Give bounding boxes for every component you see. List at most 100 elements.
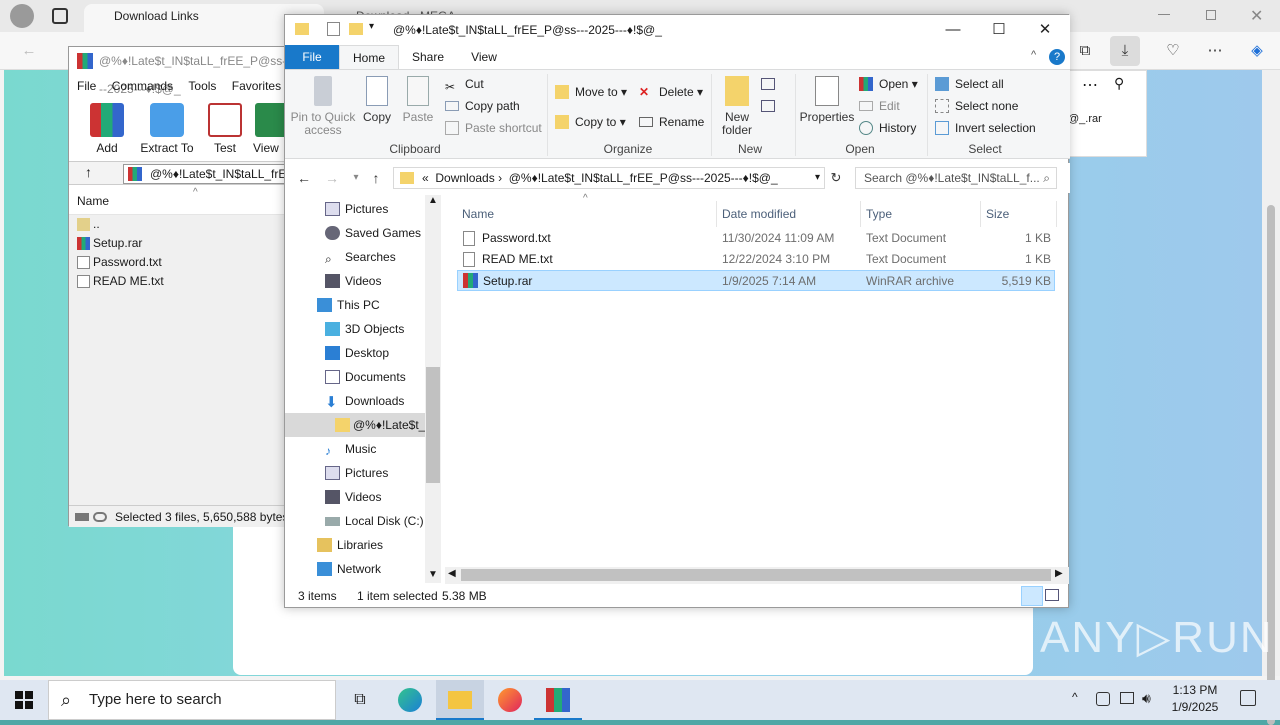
nav-item-desktop[interactable]: Desktop [285, 341, 425, 365]
download-file-name[interactable]: @_.rar [1068, 113, 1102, 125]
nav-item-3d-objects[interactable]: 3D Objects [285, 317, 425, 341]
scroll-down-icon[interactable]: ▼ [428, 569, 438, 580]
copy-button[interactable]: Copy [359, 76, 395, 124]
select-all-button[interactable]: Select all [935, 74, 1004, 94]
navigation-scrollbar-thumb[interactable] [426, 367, 440, 483]
invert-selection-button[interactable]: Invert selection [935, 118, 1036, 138]
nav-item-documents[interactable]: Documents [285, 365, 425, 389]
split-screen-icon[interactable]: ⧉ [1070, 36, 1100, 66]
properties-quick-icon[interactable] [327, 22, 340, 36]
edge-taskbar-button[interactable] [386, 680, 434, 720]
minimize-button[interactable]: — [930, 15, 976, 45]
file-list-horizontal-scrollbar[interactable]: ◀ ▶ [445, 567, 1069, 584]
horizontal-scrollbar-thumb[interactable] [461, 569, 1051, 581]
tab-view[interactable]: View [457, 45, 511, 69]
tab-file[interactable]: File [285, 45, 339, 69]
select-none-button[interactable]: Select none [935, 96, 1018, 116]
profile-icon[interactable] [10, 4, 34, 28]
winrar-path-field[interactable]: @%♦!Late$t_IN$taLL_frEE_P@ss---2025---♦!… [123, 164, 291, 184]
more-options-icon[interactable]: ⋯ [1082, 75, 1098, 95]
back-icon[interactable]: ← [293, 167, 315, 189]
collapse-ribbon-icon[interactable]: ^ [1031, 49, 1036, 61]
winrar-taskbar-button[interactable] [534, 680, 582, 720]
column-type[interactable]: Type [861, 201, 981, 227]
easy-access-icon[interactable] [761, 100, 775, 112]
properties-button[interactable]: Properties [799, 76, 855, 124]
rename-button[interactable]: Rename [639, 112, 704, 132]
close-icon[interactable]: ✕ [1250, 6, 1263, 26]
address-field[interactable]: « Downloads › @%♦!Late$t_IN$taLL_frEE_P@… [393, 167, 825, 189]
tab-share[interactable]: Share [399, 45, 457, 69]
winrar-column-name[interactable]: Name ^ [69, 187, 289, 215]
nav-item-libraries[interactable]: Libraries [285, 533, 425, 557]
copy-to-button[interactable]: Copy to ▾ [555, 112, 626, 132]
nav-item-this-pc[interactable]: This PC [285, 293, 425, 317]
restore-icon[interactable] [1206, 10, 1216, 20]
edit-button[interactable]: Edit [859, 96, 900, 116]
nav-item-network[interactable]: Network [285, 557, 425, 581]
column-name[interactable]: Name [457, 201, 717, 227]
copy-path-button[interactable]: Copy path [445, 96, 520, 116]
nav-item-local-disk[interactable]: Local Disk (C:) [285, 509, 425, 533]
new-folder-quick-icon[interactable] [349, 23, 363, 35]
back-icon[interactable]: ← [14, 36, 44, 66]
downloads-icon[interactable]: ⤓ [1110, 36, 1140, 66]
show-hidden-icons-icon[interactable]: ^ [1072, 690, 1078, 704]
nav-item-downloads[interactable]: ⬇ Downloads [285, 389, 425, 413]
tray-device-icon[interactable] [1096, 692, 1110, 706]
view-button[interactable]: View [253, 99, 287, 157]
table-row[interactable]: Password.txt 11/30/2024 11:09 AM Text Do… [457, 228, 1055, 249]
column-date-modified[interactable]: Date modified [717, 201, 861, 227]
start-button[interactable] [0, 680, 48, 720]
taskbar-search-box[interactable]: ⌕ Type here to search [48, 680, 336, 720]
menu-tools[interactable]: Tools [188, 79, 216, 93]
column-size[interactable]: Size [981, 201, 1057, 227]
more-icon[interactable]: ⋯ [1200, 36, 1230, 66]
up-icon[interactable]: ↑ [365, 167, 387, 189]
close-button[interactable]: ✕ [1022, 15, 1068, 45]
taskbar-clock[interactable]: 1:13 PM 1/9/2025 [1160, 682, 1230, 716]
history-button[interactable]: History [859, 118, 916, 138]
large-icons-view-icon[interactable] [1045, 589, 1059, 601]
table-row-selected[interactable]: Setup.rar 1/9/2025 7:14 AM WinRAR archiv… [457, 270, 1055, 291]
add-button[interactable]: Add [83, 99, 131, 157]
forward-icon[interactable]: → [321, 167, 343, 189]
up-folder-icon[interactable]: ↑ [85, 164, 92, 180]
list-item[interactable]: Setup.rar [75, 234, 285, 253]
test-button[interactable]: Test [203, 99, 247, 157]
explorer-taskbar-button[interactable] [436, 680, 484, 720]
nav-item-music[interactable]: ♪ Music [285, 437, 425, 461]
paste-button[interactable]: Paste [399, 76, 437, 124]
nav-item-pictures[interactable]: Pictures [285, 461, 425, 485]
customize-quick-access-icon[interactable]: ▾ [369, 21, 374, 32]
pin-quick-access-button[interactable]: Pin to Quick access [289, 76, 357, 137]
new-item-icon[interactable] [761, 78, 775, 90]
navigation-scrollbar[interactable]: ▲ ▼ [425, 195, 441, 583]
nav-item-videos[interactable]: Videos [285, 269, 425, 293]
move-to-button[interactable]: Move to ▾ [555, 82, 627, 102]
nav-item-current-folder[interactable]: @%♦!Late$t_ [285, 413, 425, 437]
table-row[interactable]: READ ME.txt 12/22/2024 3:10 PM Text Docu… [457, 249, 1055, 270]
menu-commands[interactable]: Commands [112, 79, 173, 93]
recent-locations-icon[interactable]: ▾ [345, 167, 367, 189]
address-overflow[interactable]: « [422, 171, 429, 185]
new-folder-button[interactable]: New folder [715, 76, 759, 137]
list-item[interactable]: READ ME.txt [75, 272, 285, 291]
notifications-icon[interactable] [1240, 690, 1256, 706]
search-input[interactable]: Search @%♦!Late$t_IN$taLL_f... ⌕ [855, 167, 1057, 189]
firefox-taskbar-button[interactable] [486, 680, 534, 720]
refresh-icon[interactable]: ↻ [825, 167, 847, 189]
breadcrumb-downloads[interactable]: Downloads [435, 171, 494, 185]
tab-home[interactable]: Home [339, 45, 399, 69]
open-button[interactable]: Open ▾ [859, 74, 918, 94]
network-icon[interactable] [1120, 692, 1134, 704]
maximize-button[interactable]: ☐ [976, 15, 1022, 45]
copilot-icon[interactable]: ◈ [1242, 36, 1272, 66]
delete-button[interactable]: ✕ Delete ▾ [639, 82, 703, 102]
nav-item-pictures[interactable]: Pictures [285, 197, 425, 221]
scroll-right-icon[interactable]: ▶ [1055, 568, 1063, 579]
details-view-icon[interactable] [1021, 586, 1043, 606]
menu-favorites[interactable]: Favorites [232, 79, 281, 93]
nav-item-searches[interactable]: ⌕ Searches [285, 245, 425, 269]
breadcrumb-current[interactable]: @%♦!Late$t_IN$taLL_frEE_P@ss---2025---♦!… [509, 171, 778, 185]
